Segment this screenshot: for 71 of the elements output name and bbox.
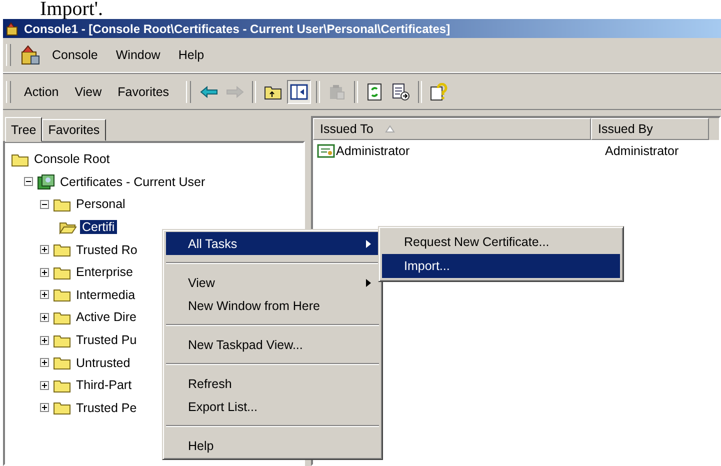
column-header[interactable]: Issued To [313, 118, 591, 140]
menu-item[interactable]: Action [17, 83, 66, 101]
tab[interactable]: Tree [5, 117, 42, 142]
tree-item[interactable]: Trusted Pe [74, 400, 139, 415]
export-list-icon [392, 83, 410, 101]
expand-toggle[interactable] [40, 245, 50, 254]
tab[interactable]: Favorites [42, 119, 106, 141]
menu-item[interactable]: Console [45, 46, 105, 64]
menu-item[interactable]: Window [108, 46, 168, 64]
folder-icon [53, 332, 71, 348]
tree-item[interactable]: Enterprise [74, 265, 135, 280]
toolbar-tree-toggle-button[interactable] [287, 80, 312, 104]
context-menu-item[interactable]: View [166, 271, 379, 294]
submenu-arrow-icon [366, 240, 371, 248]
tree-item[interactable]: Personal [74, 197, 128, 212]
help-icon [430, 83, 448, 101]
table-cell: Administrator [605, 144, 679, 158]
expand-toggle[interactable] [40, 403, 50, 412]
context-menu-item[interactable]: Help [166, 434, 379, 457]
submenu-item[interactable]: Import... [382, 254, 620, 278]
tree-item[interactable]: Intermedia [74, 288, 138, 302]
window-title: Console1 - [Console Root\Certificates - Current User\Personal\Certificates] [24, 22, 450, 36]
left-arrow-icon [200, 86, 218, 98]
expand-toggle[interactable] [40, 380, 50, 390]
pane-toggle-icon [290, 84, 308, 100]
collapse-toggle[interactable] [24, 177, 34, 186]
folder-icon [53, 242, 71, 258]
tree-item[interactable]: Certificates - Current User [58, 174, 208, 189]
open-folder-icon [59, 220, 77, 235]
folder-up-icon [264, 84, 282, 100]
folder-icon [53, 400, 71, 416]
folder-icon [53, 264, 71, 280]
menu-item[interactable]: Help [171, 46, 212, 64]
folder-icon [53, 287, 71, 302]
clipboard-icon [328, 84, 346, 100]
expand-toggle[interactable] [40, 268, 50, 277]
context-menu-item[interactable]: All Tasks [166, 232, 379, 255]
menu-item[interactable]: View [68, 83, 109, 101]
tree-item[interactable]: Trusted Pu [74, 333, 139, 348]
certificate-store-icon [37, 174, 55, 190]
menu-item[interactable]: Favorites [110, 83, 176, 101]
column-header[interactable]: Issued By [591, 118, 709, 140]
expand-toggle[interactable] [40, 336, 50, 345]
expand-toggle[interactable] [40, 312, 50, 322]
submenu-item[interactable]: Request New Certificate... [382, 230, 620, 254]
right-arrow-icon [226, 86, 244, 98]
refresh-icon [367, 83, 384, 101]
tree-item[interactable]: Trusted Ro [74, 242, 140, 257]
expand-toggle[interactable] [40, 290, 50, 300]
context-menu-item[interactable]: New Taskpad View... [166, 333, 379, 356]
console-app-icon [6, 22, 20, 36]
folder-icon [53, 196, 71, 212]
folder-icon [53, 355, 71, 370]
document-caption: Import'. [39, 0, 104, 19]
submenu-arrow-icon [366, 278, 371, 286]
collapse-toggle[interactable] [40, 200, 50, 209]
tree-item[interactable]: Untrusted [74, 356, 132, 370]
tree-item[interactable]: Console Root [32, 152, 112, 166]
folder-icon [11, 152, 29, 167]
tree-item[interactable]: Third-Part [74, 378, 134, 392]
context-menu-item[interactable]: New Window from Here [166, 294, 379, 317]
console-app-icon [19, 44, 41, 66]
folder-icon [53, 310, 71, 325]
tree-item[interactable]: Active Dire [74, 310, 138, 324]
table-cell: Administrator [336, 144, 410, 158]
tree-item[interactable]: Certifi [80, 220, 117, 234]
folder-icon [53, 378, 71, 393]
context-menu-item[interactable]: Refresh [166, 372, 379, 395]
expand-toggle[interactable] [40, 358, 50, 368]
certificate-icon [317, 144, 335, 158]
context-menu-item[interactable]: Export List... [166, 395, 379, 418]
